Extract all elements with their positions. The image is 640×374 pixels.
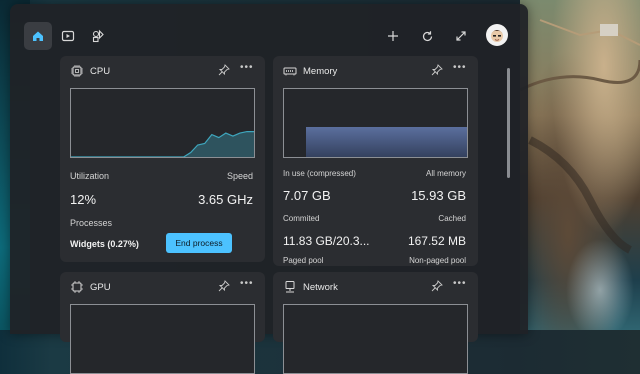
cpu-usage-graph <box>70 88 255 158</box>
cpu-title: CPU <box>90 66 111 77</box>
widgets-scrollbar[interactable] <box>507 68 510 178</box>
home-icon <box>33 31 43 41</box>
memory-icon <box>283 67 297 76</box>
top-process-name: Widgets (0.27%) <box>70 239 139 249</box>
all-memory-value: 15.93 GB <box>411 188 466 203</box>
widgets-toolbar <box>10 4 528 60</box>
gpu-icon <box>71 281 83 293</box>
all-memory-label: All memory <box>425 169 466 178</box>
cpu-usage-area <box>71 131 254 157</box>
more-options-icon[interactable]: ••• <box>240 278 254 289</box>
more-options-icon[interactable]: ••• <box>453 278 467 289</box>
gpu-card: GPU ••• <box>60 272 265 374</box>
network-icon <box>285 281 295 293</box>
processes-label: Processes <box>70 218 113 228</box>
cpu-card: CPU ••• Utilization Speed 12% 3.65 GHz P… <box>60 56 265 262</box>
widgets-tab-button[interactable] <box>84 22 112 50</box>
cached-value: 167.52 MB <box>407 234 466 248</box>
refresh-icon <box>422 30 432 41</box>
committed-value: 11.83 GB/20.3... <box>283 234 370 248</box>
in-use-label: In use (compressed) <box>283 169 356 178</box>
cpu-usage-chart <box>71 131 254 158</box>
memory-usage-fill <box>306 127 467 157</box>
gpu-usage-graph <box>70 304 255 374</box>
cached-label: Cached <box>438 214 466 223</box>
avatar-face-icon <box>491 30 503 42</box>
speed-label: Speed <box>226 171 253 181</box>
user-avatar[interactable] <box>486 24 508 46</box>
in-use-value: 7.07 GB <box>283 188 331 203</box>
add-widget-button[interactable] <box>381 24 405 48</box>
expand-button[interactable] <box>449 24 473 48</box>
wave-foam <box>560 230 640 330</box>
widgets-icon <box>92 29 104 43</box>
expand-icon <box>456 31 466 41</box>
pin-icon[interactable] <box>218 64 230 76</box>
memory-usage-graph <box>283 88 468 158</box>
speed-value: 3.65 GHz <box>198 192 253 207</box>
memory-card: Memory ••• In use (compressed) All memor… <box>273 56 478 266</box>
utilization-label: Utilization <box>70 171 110 181</box>
refresh-button[interactable] <box>415 24 439 48</box>
pin-icon[interactable] <box>218 280 230 292</box>
home-tab-button[interactable] <box>24 22 52 50</box>
more-options-icon[interactable]: ••• <box>240 62 254 73</box>
pin-icon[interactable] <box>431 280 443 292</box>
video-tab-button[interactable] <box>54 22 82 50</box>
network-title: Network <box>303 282 338 293</box>
video-icon <box>61 30 75 42</box>
non-paged-pool-label: Non-paged pool <box>409 256 466 265</box>
memory-title: Memory <box>303 66 338 77</box>
paged-pool-label: Paged pool <box>283 256 324 265</box>
utilization-value: 12% <box>70 192 97 207</box>
add-icon <box>388 31 398 41</box>
pin-icon[interactable] <box>431 64 443 76</box>
network-card: Network ••• <box>273 272 478 374</box>
network-usage-graph <box>283 304 468 374</box>
committed-label: Commited <box>283 214 320 223</box>
end-process-button[interactable]: End process <box>166 233 232 253</box>
widgets-panel: CPU ••• Utilization Speed 12% 3.65 GHz P… <box>10 4 528 374</box>
more-options-icon[interactable]: ••• <box>453 62 467 73</box>
cpu-icon <box>71 65 83 77</box>
gpu-title: GPU <box>90 282 111 293</box>
